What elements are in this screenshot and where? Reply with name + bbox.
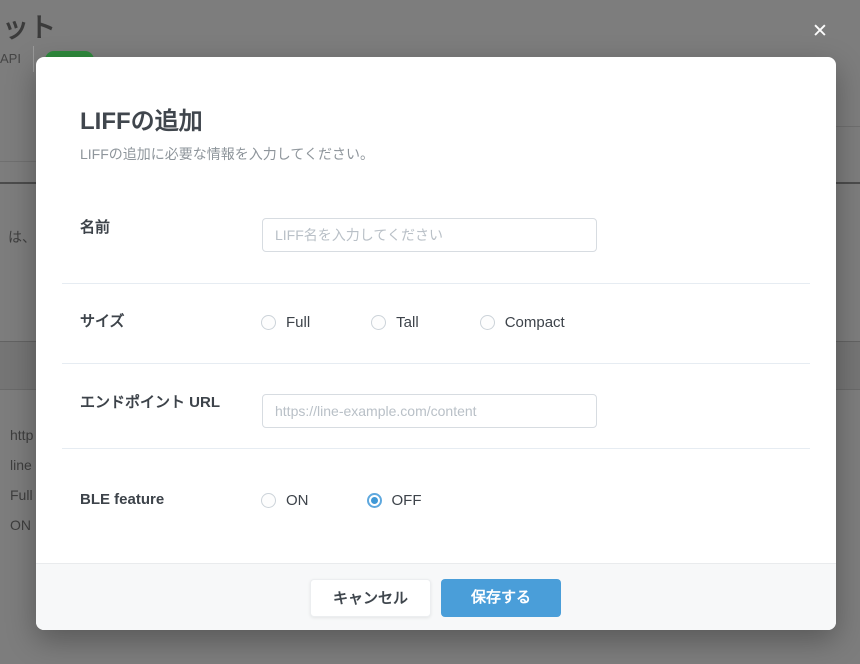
dialog-subtitle: LIFFの追加に必要な情報を入力してください。 [80,146,374,162]
radio-selected-icon[interactable] [366,492,382,508]
divider [62,448,810,449]
size-option-full-label: Full [286,313,311,331]
endpoint-field-label: エンドポイント URL [80,394,220,411]
ble-option-off-label: OFF [391,491,422,509]
size-field-label: サイズ [80,313,125,330]
cancel-button[interactable]: キャンセル [310,579,431,617]
radio-icon[interactable] [371,314,387,330]
background-text-fragment: ON [10,517,31,533]
endpoint-url-input[interactable] [262,394,597,428]
size-option-tall[interactable]: Tall [371,314,419,331]
liff-name-input[interactable] [262,218,597,252]
size-option-tall-label: Tall [396,313,419,331]
divider [62,363,810,364]
radio-icon[interactable] [261,492,276,508]
size-option-compact[interactable]: Compact [479,313,565,331]
add-liff-dialog: LIFFの追加 LIFFの追加に必要な情報を入力してください。 名前 サイズ F… [36,57,836,630]
background-text-fragment: http [10,427,34,443]
ble-option-on[interactable]: ON [261,492,309,509]
tab-separator [33,46,34,72]
background-text-fragment: は、 [8,229,36,245]
ble-field-label: BLE feature [80,491,165,508]
divider [62,283,810,284]
ble-radio-group: ON OFF [261,489,422,511]
background-divider [836,126,860,127]
radio-icon[interactable] [261,314,276,330]
background-text-fragment: Full [10,487,33,503]
size-option-full[interactable]: Full [261,314,310,331]
ble-option-on-label: ON [286,491,309,509]
background-text-fragment: line [10,457,32,473]
size-radio-group: Full Tall Compact [261,311,565,333]
close-icon[interactable]: ✕ [806,18,834,46]
name-field-label: 名前 [80,219,111,236]
background-tab-api: API [0,51,21,66]
dialog-footer: キャンセル 保存する [36,563,836,630]
background-page-title: ット [2,13,56,43]
ble-option-off[interactable]: OFF [366,491,422,509]
size-option-compact-label: Compact [504,313,565,331]
dialog-title: LIFFの追加 [80,108,203,135]
save-button[interactable]: 保存する [441,579,561,617]
radio-icon[interactable] [479,314,495,330]
background-divider [0,161,36,162]
